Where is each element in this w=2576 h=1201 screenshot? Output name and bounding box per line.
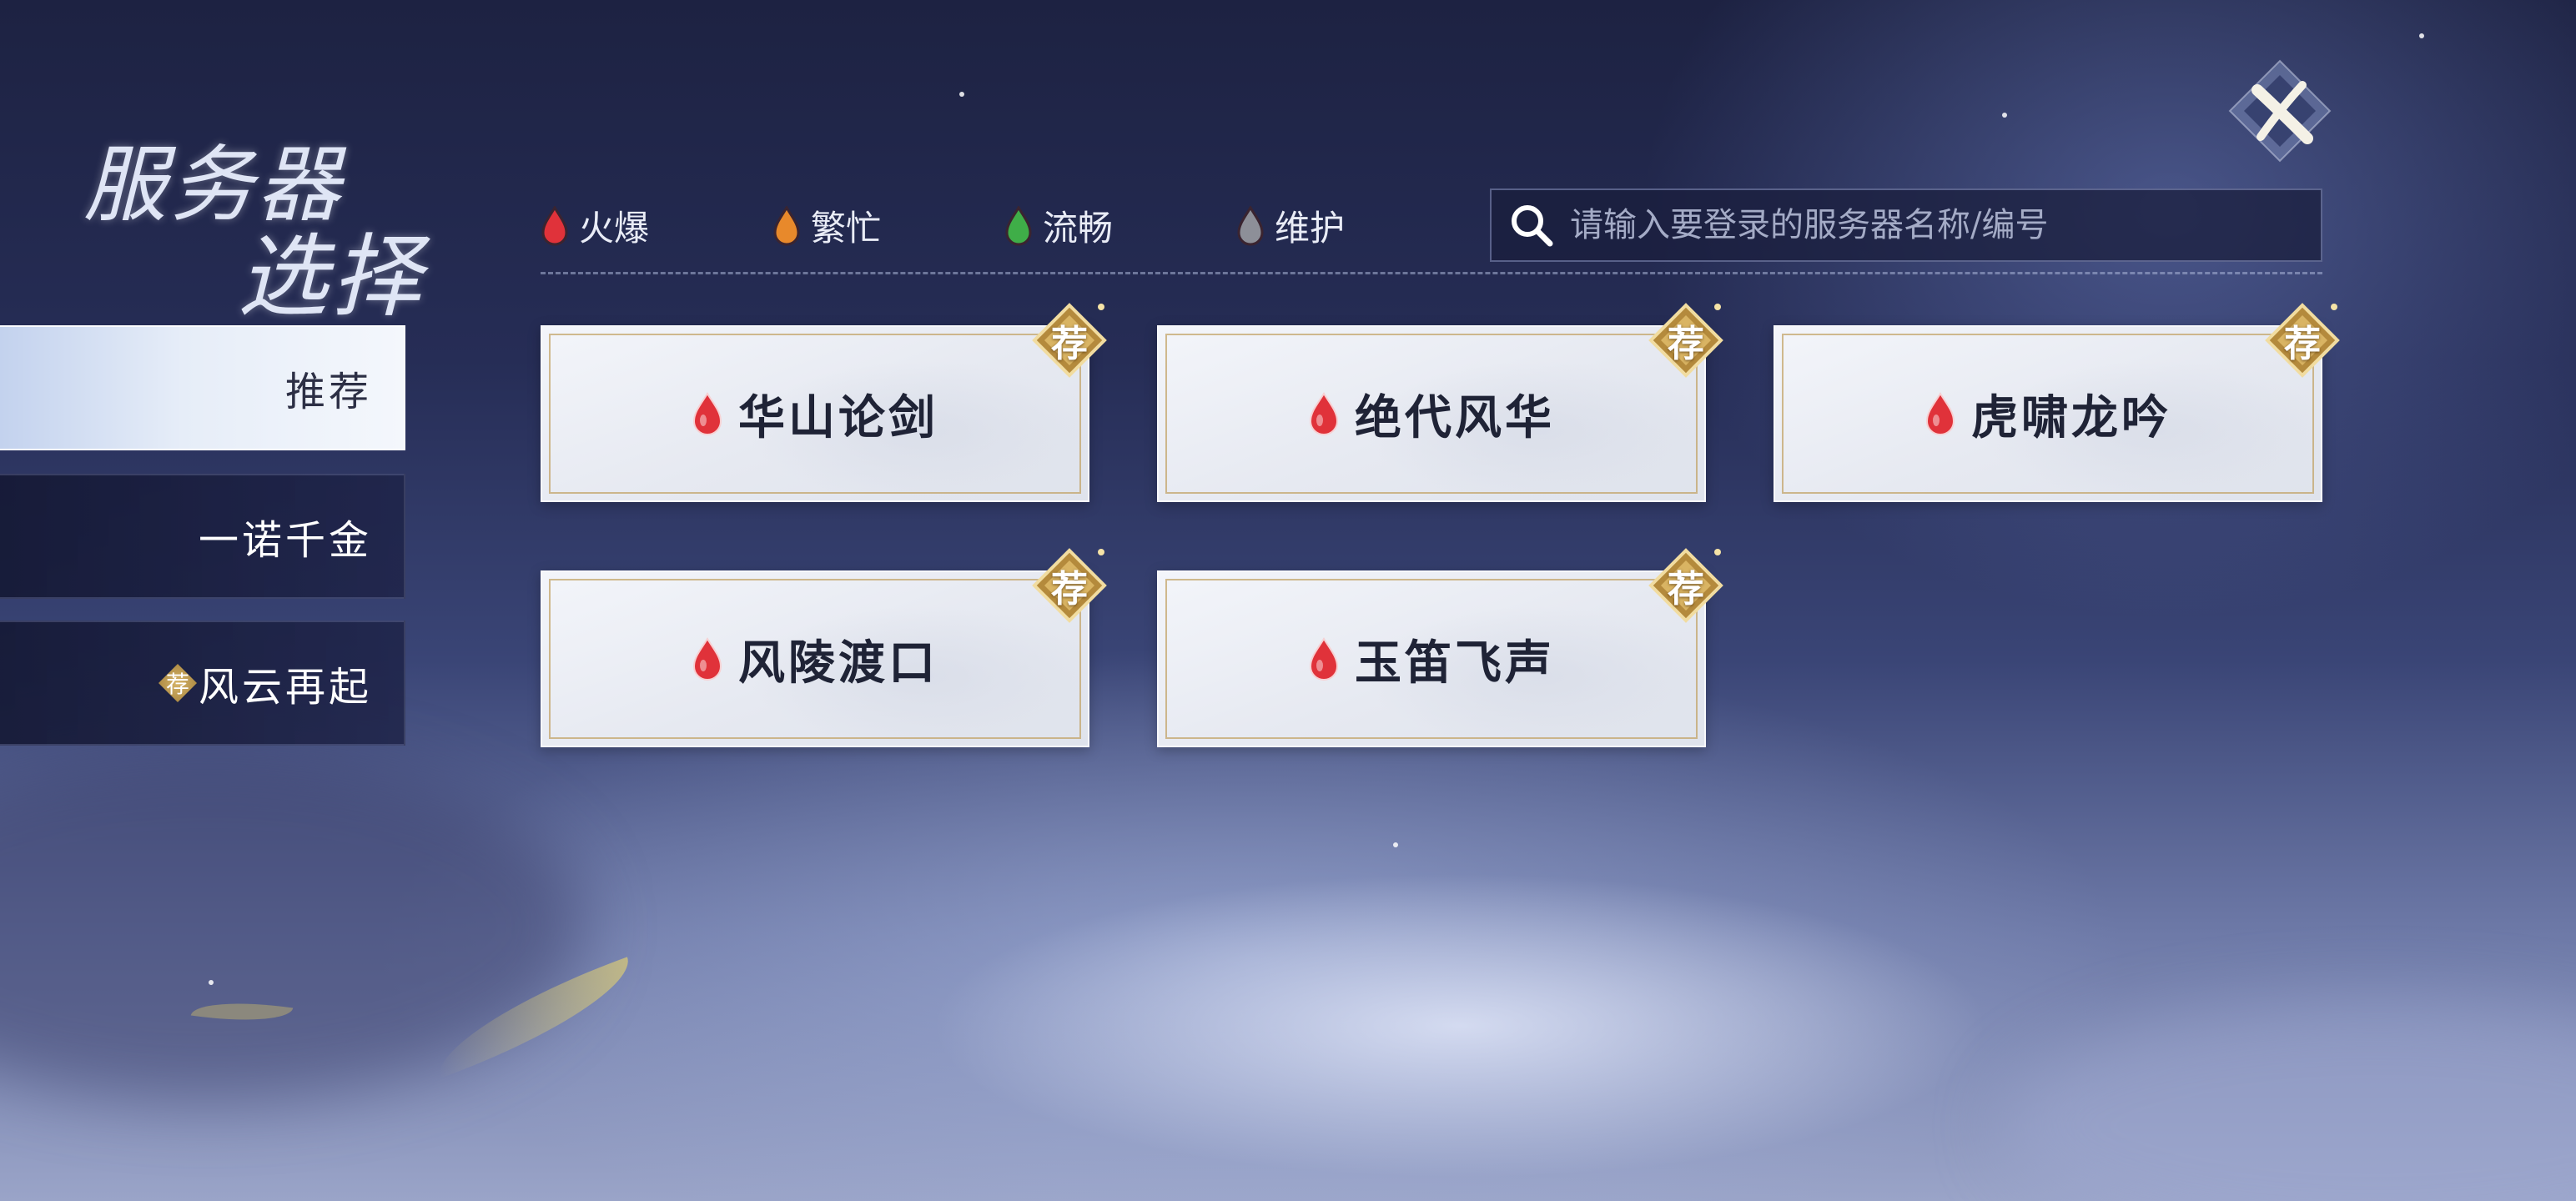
recommended-badge-label: 荐 bbox=[2284, 323, 2321, 365]
legend-maintenance: 维护 bbox=[1236, 200, 1345, 251]
recommended-badge: 荐 bbox=[1648, 302, 1724, 379]
legend-busy: 繁忙 bbox=[772, 200, 881, 251]
server-name: 风陵渡口 bbox=[738, 635, 938, 691]
server-name: 华山论剑 bbox=[738, 389, 938, 445]
legend-label: 繁忙 bbox=[811, 208, 882, 249]
recommended-badge: 荐 bbox=[1648, 547, 1724, 624]
floating-leaf-decoration bbox=[190, 993, 294, 1030]
recommended-badge: 荐 bbox=[1031, 547, 1108, 624]
search-input[interactable] bbox=[1568, 205, 2321, 245]
server-card-juedaifenghua[interactable]: 绝代风华 荐 bbox=[1157, 303, 1723, 502]
flame-red-icon bbox=[541, 205, 568, 245]
sidebar-item-label: 风云再起 bbox=[198, 664, 372, 711]
legend-label: 火爆 bbox=[579, 208, 650, 249]
background-mist bbox=[2002, 1001, 2576, 1201]
flame-red-icon bbox=[692, 637, 722, 681]
flame-red-icon bbox=[1925, 392, 1955, 435]
sparkle-decoration bbox=[959, 92, 964, 97]
server-card-yudifeisheng[interactable]: 玉笛飞声 荐 bbox=[1157, 548, 1723, 747]
flame-green-icon bbox=[1005, 205, 1032, 245]
sparkle-decoration bbox=[209, 980, 214, 985]
sidebar-item-recommended[interactable]: 推荐 bbox=[0, 325, 405, 450]
flame-red-icon bbox=[692, 392, 722, 435]
search-icon[interactable] bbox=[1508, 202, 1555, 249]
sparkle-decoration bbox=[1393, 842, 1398, 847]
flame-orange-icon bbox=[773, 205, 800, 245]
legend-hot: 火爆 bbox=[541, 200, 649, 251]
server-card-fenglingdukou[interactable]: 风陵渡口 荐 bbox=[541, 548, 1107, 747]
flame-red-icon bbox=[1309, 637, 1339, 681]
flame-gray-icon bbox=[1237, 205, 1264, 245]
dashed-divider bbox=[541, 272, 2322, 274]
close-button[interactable] bbox=[2226, 57, 2334, 165]
server-select-screen: 服务器 选择 推荐 一诺千金 荐 风云再起 火爆 繁忙 流畅 维护 请输入要登录… bbox=[0, 0, 2576, 1201]
recommended-badge: 荐 bbox=[1031, 302, 1108, 379]
search-box[interactable] bbox=[1490, 188, 2322, 262]
sparkle-decoration bbox=[2419, 33, 2424, 38]
legend-smooth: 流畅 bbox=[1004, 200, 1113, 251]
sidebar-item-label: 推荐 bbox=[284, 369, 372, 415]
server-card-huxiaolongyin[interactable]: 虎啸龙吟 荐 bbox=[1774, 303, 2340, 502]
sidebar-item-fengyunzaiqi[interactable]: 荐 风云再起 bbox=[0, 621, 405, 746]
server-card-huashanlunjian[interactable]: 华山论剑 荐 bbox=[541, 303, 1107, 502]
recommended-badge: 荐 bbox=[158, 664, 197, 702]
legend-label: 流畅 bbox=[1043, 208, 1114, 249]
server-name: 绝代风华 bbox=[1355, 389, 1555, 445]
page-title-line2: 选择 bbox=[238, 225, 425, 329]
server-name: 虎啸龙吟 bbox=[1971, 389, 2171, 445]
recommended-badge-label: 荐 bbox=[1051, 323, 1088, 365]
sparkle-decoration bbox=[2002, 113, 2007, 118]
close-brush-icon bbox=[2228, 59, 2332, 163]
recommended-badge-label: 荐 bbox=[1668, 568, 1704, 611]
recommended-badge-label: 荐 bbox=[1668, 323, 1704, 365]
sidebar-item-label: 一诺千金 bbox=[198, 517, 372, 564]
recommended-badge: 荐 bbox=[2264, 302, 2341, 379]
recommended-badge-label: 荐 bbox=[1051, 568, 1088, 611]
floating-leaf-decoration bbox=[423, 957, 645, 1078]
server-name: 玉笛飞声 bbox=[1355, 635, 1555, 691]
sidebar-item-yinuoqianjin[interactable]: 一诺千金 bbox=[0, 474, 405, 599]
legend-label: 维护 bbox=[1275, 208, 1346, 249]
flame-red-icon bbox=[1309, 392, 1339, 435]
